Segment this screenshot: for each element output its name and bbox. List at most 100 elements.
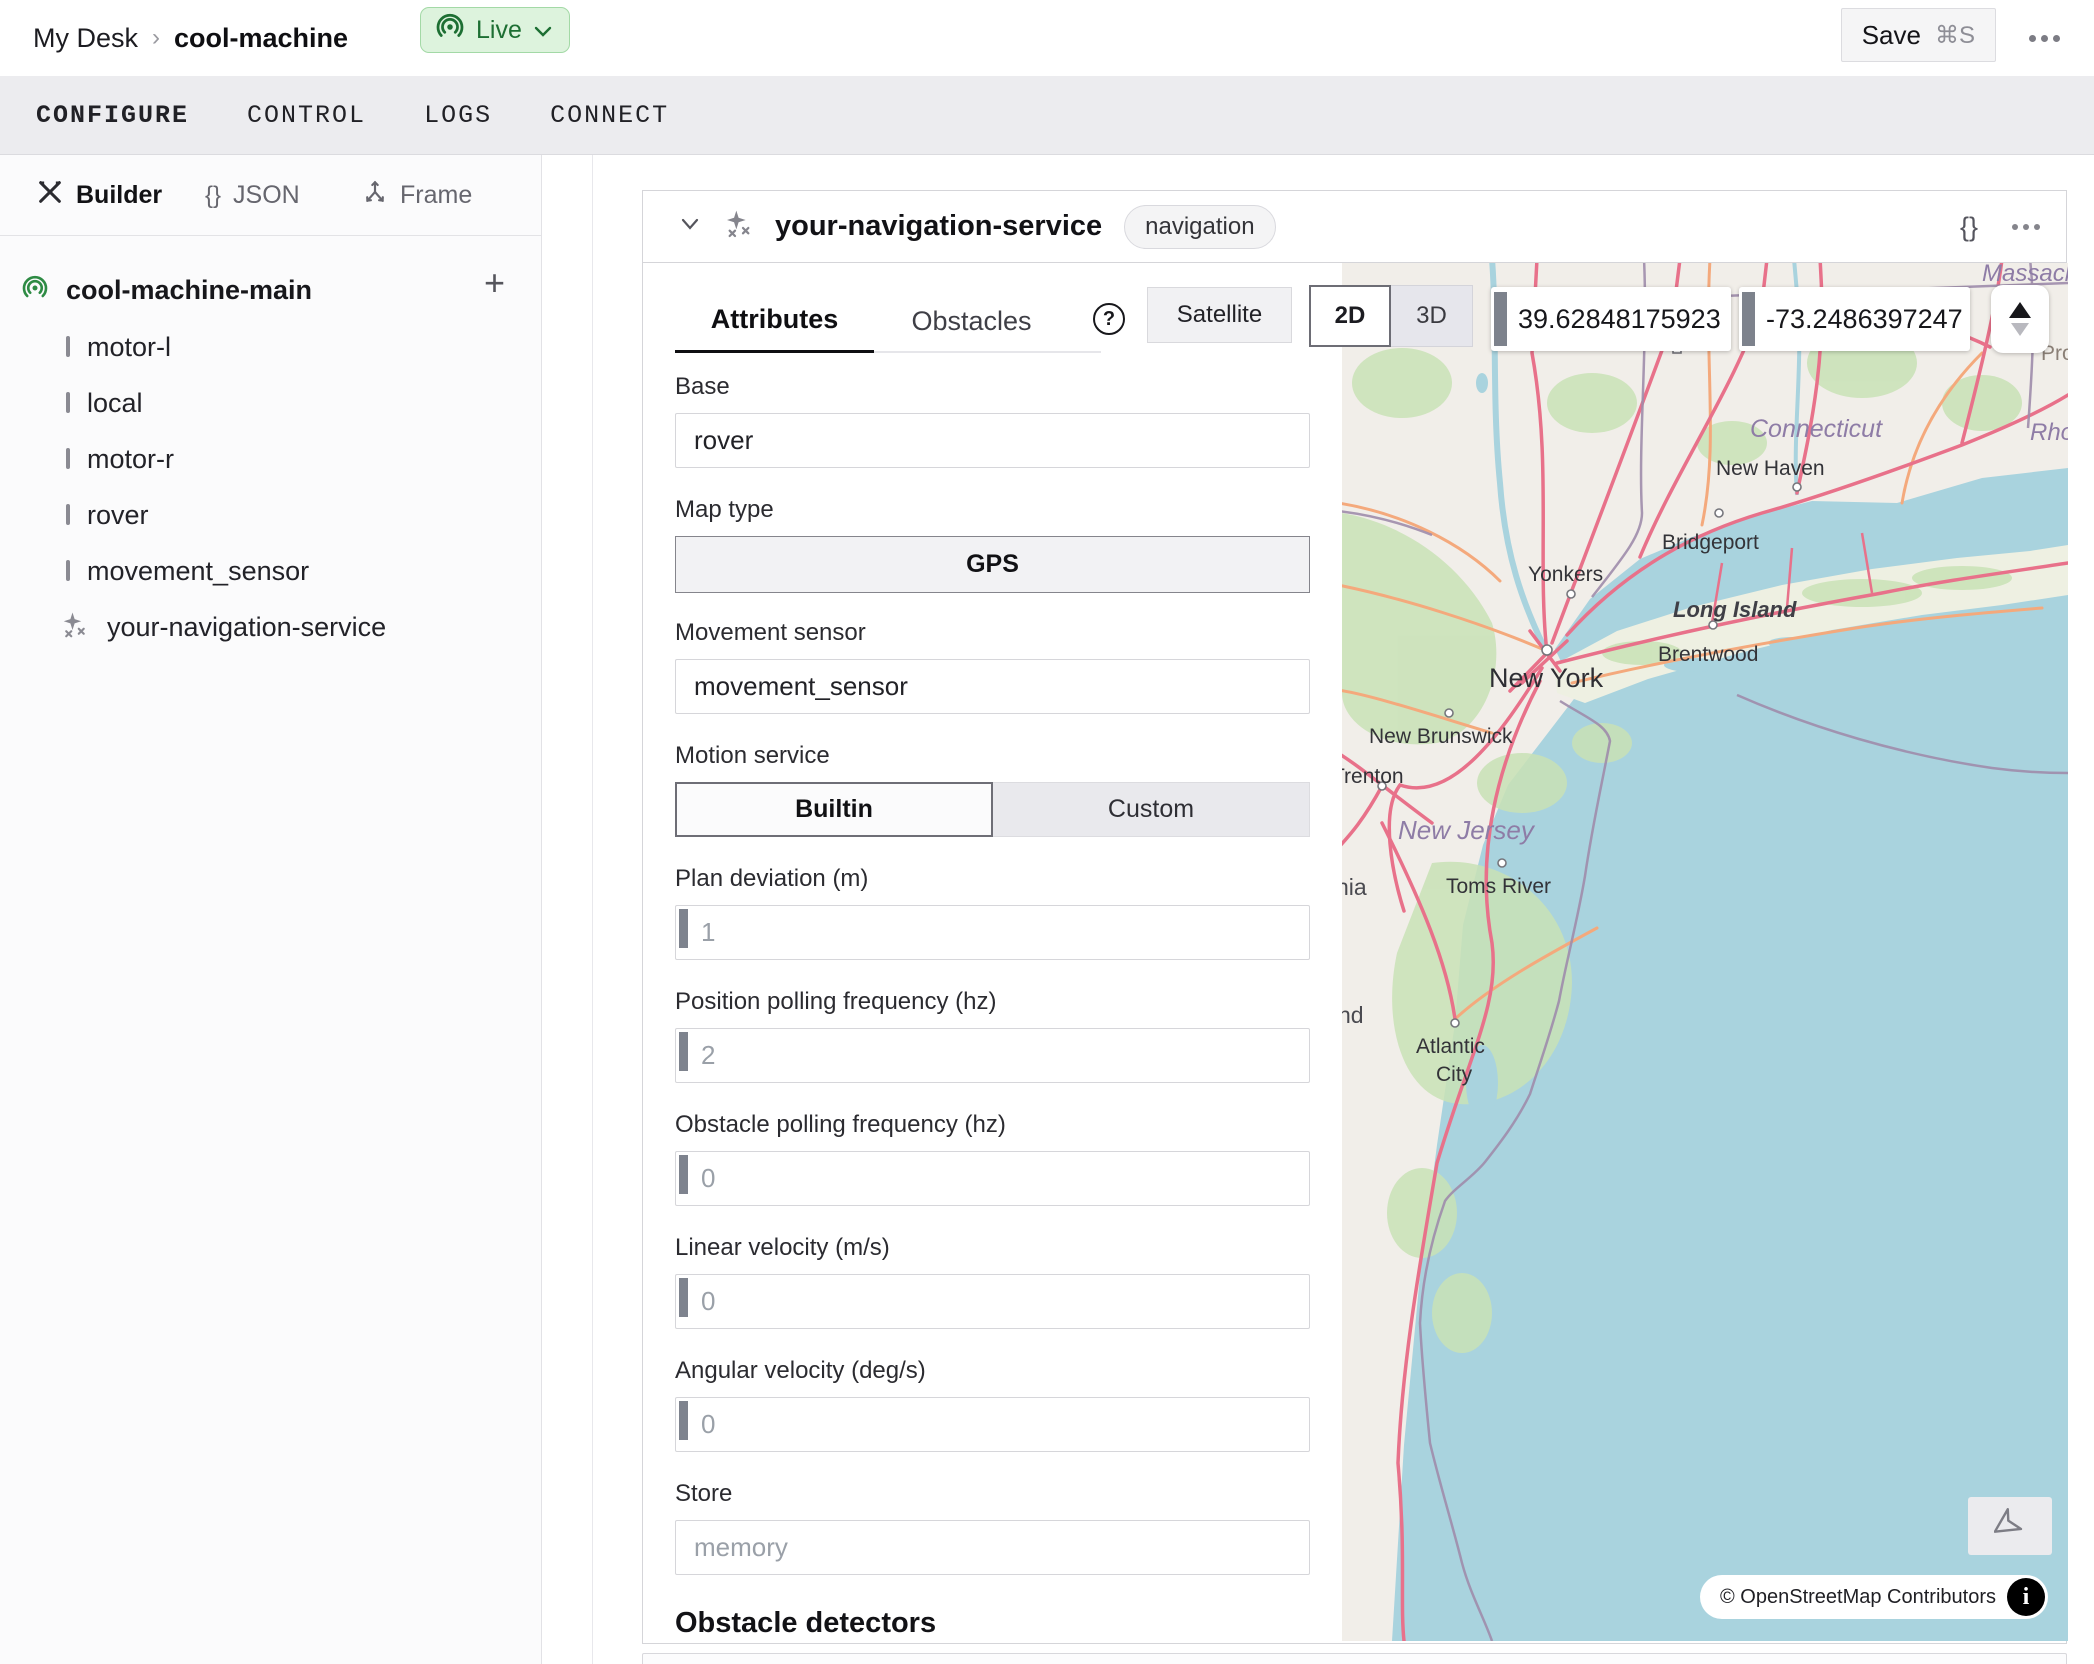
tree-item-motor-l[interactable]: motor-l [0,321,542,373]
longitude-input[interactable]: -73.2486397247 [1739,287,1970,351]
mode-builder-label: Builder [76,181,162,210]
satellite-toggle-button[interactable]: Satellite [1147,287,1292,343]
svg-text:Connecticut: Connecticut [1750,415,1883,443]
svg-text:Massachu: Massachu [1982,263,2068,287]
zoom-stepper[interactable] [1991,285,2049,353]
drag-handle[interactable] [679,1278,688,1317]
mode-frame[interactable]: Frame [362,155,472,236]
component-diamond-icon [66,394,70,412]
drag-handle[interactable] [1742,292,1755,346]
tree-item-rover[interactable]: rover [0,489,542,541]
card-menu-button[interactable] [2012,224,2040,230]
field-label: Angular velocity (deg/s) [675,1357,1310,1385]
breadcrumb: My Desk › cool-machine [33,0,348,76]
drag-handle[interactable] [1494,292,1507,346]
openstreetmap-canvas: New Haven Bridgeport Yonkers Brentwood N… [1342,263,2068,1641]
help-icon[interactable]: ? [1093,303,1125,335]
service-sparkle-icon [60,610,90,645]
tab-obstacles[interactable]: Obstacles [874,289,1069,353]
tree-item-label: motor-l [87,332,171,363]
map-type-gps-button[interactable]: GPS [675,536,1310,593]
map-dimension-toggle: 2D 3D [1309,285,1473,347]
svg-text:Bridgeport: Bridgeport [1662,531,1759,554]
tab-logs[interactable]: LOGS [424,101,492,130]
attributes-form: Base rover Map type GPS Movement sensor … [675,373,1310,1640]
config-sidebar: Builder {} JSON Frame [0,155,542,1664]
tree-root-machine-part[interactable]: cool-machine-main [0,268,542,312]
map-3d-button[interactable]: 3D [1391,285,1473,347]
navigation-map[interactable]: New Haven Bridgeport Yonkers Brentwood N… [1342,263,2068,1641]
map-attribution: © OpenStreetMap Contributors i [1700,1575,2048,1619]
tab-attributes[interactable]: Attributes [675,289,874,353]
tree-item-motor-r[interactable]: motor-r [0,433,542,485]
mode-json[interactable]: {} JSON [205,155,300,236]
machine-part-icon [20,273,50,308]
motion-service-toggle: Builtin Custom [675,782,1310,837]
svg-text:New Haven: New Haven [1716,457,1825,480]
store-placeholder: memory [694,1521,788,1574]
recenter-map-button[interactable] [1968,1497,2052,1555]
tree-item-label: movement_sensor [87,556,309,587]
component-diamond-icon [66,450,70,468]
map-2d-button[interactable]: 2D [1309,285,1391,347]
svg-text:Rhod: Rhod [2030,419,2068,446]
main-content: your-navigation-service navigation {} [593,155,2094,1664]
mode-frame-label: Frame [400,181,472,210]
movement-sensor-input[interactable]: movement_sensor [675,659,1310,714]
drag-handle[interactable] [679,1401,688,1440]
svg-text:City: City [1436,1063,1473,1086]
svg-text:Yonkers: Yonkers [1528,563,1603,586]
field-label: Store [675,1480,1310,1508]
step-down-icon[interactable] [2011,323,2029,336]
tree-item-navigation-service[interactable]: your-navigation-service [0,601,542,653]
attribution-text: © OpenStreetMap Contributors [1720,1586,1996,1609]
field-label: Linear velocity (m/s) [675,1234,1310,1262]
drag-handle[interactable] [679,1032,688,1071]
tree-item-label: local [87,388,143,419]
tab-control[interactable]: CONTROL [247,101,366,130]
tree-item-label: your-navigation-service [107,612,386,643]
linear-velocity-input[interactable]: 0 [675,1274,1310,1329]
field-label: Motion service [675,742,1310,770]
motion-custom-button[interactable]: Custom [993,782,1310,837]
add-component-button[interactable]: + [484,262,505,304]
step-up-icon[interactable] [2009,302,2031,318]
live-status-dropdown[interactable]: Live [420,7,570,53]
card-header: your-navigation-service navigation {} [643,191,2066,263]
plan-deviation-input[interactable]: 1 [675,905,1310,960]
motion-builtin-button[interactable]: Builtin [675,782,993,837]
latitude-input[interactable]: 39.62848175923 [1491,287,1731,351]
service-type-badge: navigation [1124,205,1275,249]
tab-configure[interactable]: CONFIGURE [36,101,189,130]
tree-item-local[interactable]: local [0,377,542,429]
base-input[interactable]: rover [675,413,1310,468]
field-label: Obstacle polling frequency (hz) [675,1111,1310,1139]
breadcrumb-root[interactable]: My Desk [33,23,138,54]
drag-handle[interactable] [679,1155,688,1194]
tree-item-label: rover [87,500,149,531]
raw-json-icon[interactable]: {} [1960,212,1978,243]
next-card-edge [642,1653,2067,1664]
position-polling-input[interactable]: 2 [675,1028,1310,1083]
main-tab-bar: CONFIGURE CONTROL LOGS CONNECT [0,76,2094,155]
mode-json-label: JSON [233,181,300,210]
obstacle-polling-input[interactable]: 0 [675,1151,1310,1206]
latitude-value: 39.62848175923 [1518,287,1721,351]
collapse-chevron-icon[interactable] [679,216,701,237]
obstacle-polling-value: 0 [701,1152,715,1205]
angular-velocity-input[interactable]: 0 [675,1397,1310,1452]
save-shortcut: ⌘S [1935,21,1975,50]
tree-item-movement-sensor[interactable]: movement_sensor [0,545,542,597]
tools-icon [36,178,64,213]
obstacle-detectors-heading: Obstacle detectors [675,1607,1310,1640]
field-label: Movement sensor [675,619,1310,647]
info-icon[interactable]: i [2007,1578,2045,1616]
drag-handle[interactable] [679,909,688,948]
save-button[interactable]: Save ⌘S [1841,8,1996,62]
mode-builder[interactable]: Builder [36,155,162,236]
tab-connect[interactable]: CONNECT [550,101,669,130]
svg-text:Toms River: Toms River [1446,875,1551,898]
more-menu-button[interactable] [2022,18,2066,58]
store-input[interactable]: memory [675,1520,1310,1575]
map-label-long-island: Long Island [1673,597,1797,622]
